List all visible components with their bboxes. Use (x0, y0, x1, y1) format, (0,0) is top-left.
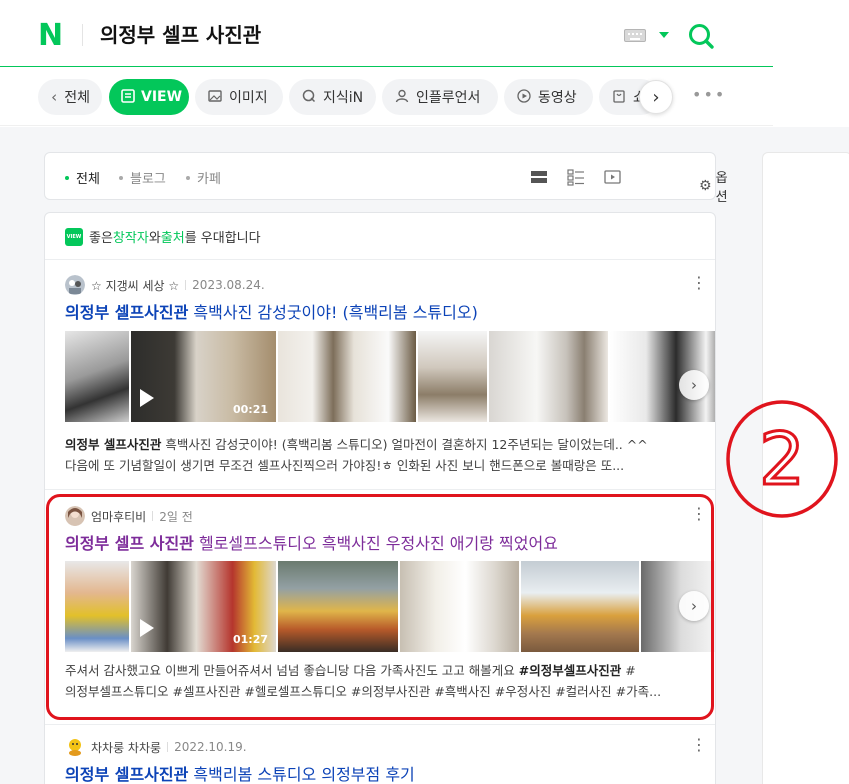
view-icon (121, 89, 135, 105)
post-date: 2022.10.19. (174, 740, 247, 754)
avatar[interactable] (65, 737, 85, 757)
keyboard-icon[interactable] (624, 29, 646, 42)
video-view-icon[interactable] (604, 168, 622, 186)
chevron-left-icon: ‹ (51, 88, 58, 106)
tab-video[interactable]: 동영상 (504, 79, 593, 115)
post-description[interactable]: 의정부 셀프사진관 흑백사진 감성굿이야! (흑백리봄 스튜디오) 얼마전이 결… (65, 434, 705, 476)
divider (45, 724, 715, 725)
tab-next-button[interactable]: › (639, 80, 673, 114)
annotation-number: 2 (726, 400, 838, 518)
shopping-icon (611, 89, 627, 105)
thumbnail-next-button[interactable]: › (679, 370, 709, 400)
options-button[interactable]: ⚙ 옵션 (699, 167, 728, 205)
source-link[interactable]: 출처 (161, 227, 185, 246)
tab-kin[interactable]: 지식iN (289, 79, 376, 115)
search-query[interactable]: 의정부 셀프 사진관 (100, 20, 261, 50)
thumbnail-image[interactable] (489, 331, 608, 422)
avatar[interactable] (65, 275, 85, 295)
thumbnail-strip: 00:21 (65, 331, 715, 422)
chevron-down-icon[interactable] (659, 32, 669, 38)
filter-all[interactable]: 전체 (65, 168, 100, 187)
filter-bar: 전체 블로그 카페 ⚙ 옵션 (44, 152, 728, 205)
q-icon (301, 89, 317, 105)
post-title[interactable]: 의정부 셀프사진관 흑백리봄 스튜디오 의정부점 후기 (65, 761, 415, 784)
divider (45, 489, 715, 490)
sliders-icon: ⚙ (699, 178, 712, 194)
filter-blog[interactable]: 블로그 (119, 168, 166, 187)
thumbnail-image[interactable] (418, 331, 487, 422)
filter-cafe[interactable]: 카페 (186, 168, 221, 187)
creator-link[interactable]: 창작자 (113, 227, 149, 246)
divider (45, 259, 715, 260)
more-options-icon[interactable]: ⋮ (691, 275, 707, 291)
tab-influencer[interactable]: 인플루언서 (382, 79, 498, 115)
person-icon (394, 89, 410, 105)
tab-view[interactable]: VIEW (109, 79, 189, 115)
play-icon (516, 89, 532, 105)
list-view-icon[interactable] (530, 168, 548, 186)
svg-text:2: 2 (759, 417, 805, 501)
search-header: N 의정부 셀프 사진관 (0, 0, 773, 67)
tab-all[interactable]: ‹ 전체 (38, 79, 102, 115)
author-name[interactable]: 차차룽 차차룽 (91, 739, 161, 756)
header-divider (82, 24, 83, 46)
thumbnail-image[interactable] (65, 331, 129, 422)
tab-bar: ‹ 전체 VIEW 이미지 지식iN 인플루언서 동영상 쇼 (0, 68, 773, 126)
author-name[interactable]: ☆ 지갱씨 세상 ☆ (91, 277, 179, 294)
author-row: ☆ 지갱씨 세상 ☆ 2023.08.24. (65, 275, 265, 295)
compact-view-icon[interactable] (567, 168, 585, 186)
more-options-icon[interactable]: ⋮ (691, 737, 707, 753)
tab-image[interactable]: 이미지 (195, 79, 283, 115)
more-tabs-icon[interactable]: ••• (692, 85, 726, 104)
image-icon (207, 89, 223, 105)
post-date: 2023.08.24. (192, 278, 265, 292)
view-badge-icon: VIEW (65, 227, 83, 246)
video-duration: 00:21 (232, 403, 268, 416)
video-thumbnail[interactable]: 00:21 (131, 331, 276, 422)
creator-notice: VIEW 좋은 창작자 와 출처 를 우대합니다 (65, 227, 261, 246)
annotation-highlight-box (46, 494, 714, 720)
search-icon[interactable] (687, 22, 715, 50)
naver-logo[interactable]: N (38, 20, 70, 52)
thumbnail-image[interactable] (278, 331, 416, 422)
play-icon (140, 389, 154, 407)
author-row: 차차룽 차차룽 2022.10.19. (65, 737, 247, 757)
post-title[interactable]: 의정부 셀프사진관 흑백사진 감성굿이야! (흑백리봄 스튜디오) (65, 299, 478, 323)
